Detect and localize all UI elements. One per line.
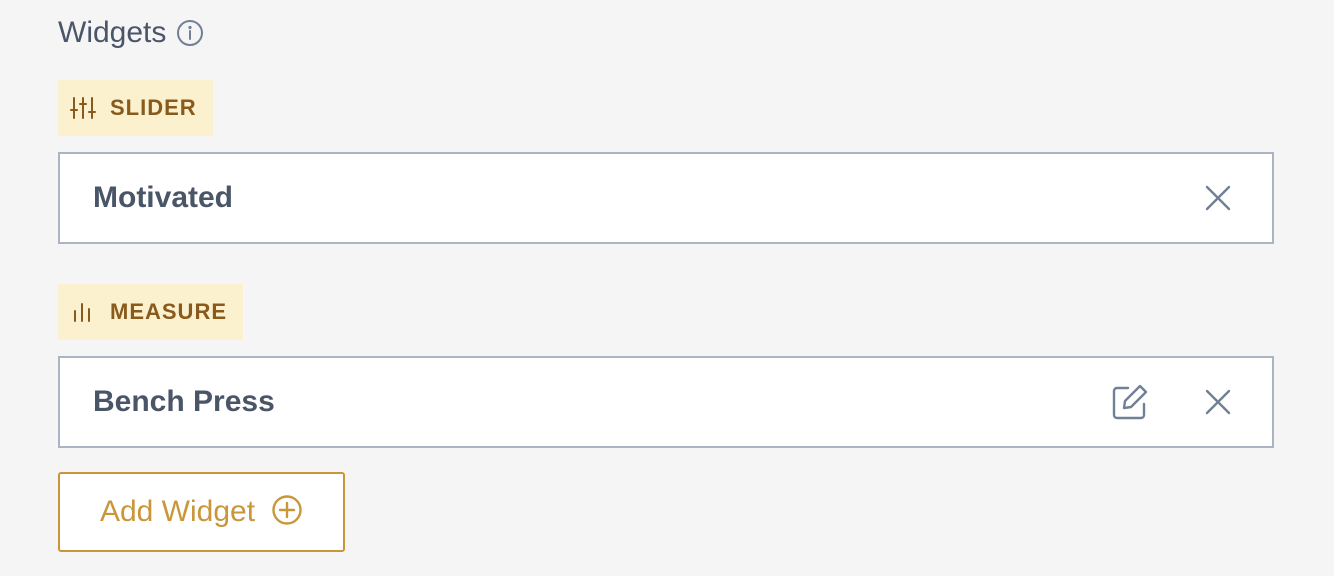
widget-row-measure: Bench Press (58, 356, 1274, 448)
widget-row-slider: Motivated (58, 152, 1274, 244)
widget-type-tag-slider: SLIDER (58, 80, 213, 136)
info-circle-icon[interactable] (176, 19, 204, 47)
bar-chart-icon (70, 299, 96, 325)
widget-type-tag-measure: MEASURE (58, 284, 244, 340)
sliders-icon (70, 95, 96, 121)
section-title: Widgets (58, 16, 167, 49)
widget-type-label: MEASURE (110, 299, 228, 324)
plus-circle-icon (271, 494, 303, 531)
widget-type-label: SLIDER (110, 95, 197, 120)
add-widget-label: Add Widget (99, 495, 256, 528)
widgets-section-header: Widgets (58, 14, 204, 52)
add-widget-button[interactable]: Add Widget (58, 472, 345, 552)
close-icon[interactable] (1198, 178, 1238, 218)
widget-name: Motivated (93, 181, 234, 214)
edit-icon[interactable] (1110, 382, 1150, 422)
close-icon[interactable] (1198, 382, 1238, 422)
widget-name: Bench Press (93, 385, 275, 418)
